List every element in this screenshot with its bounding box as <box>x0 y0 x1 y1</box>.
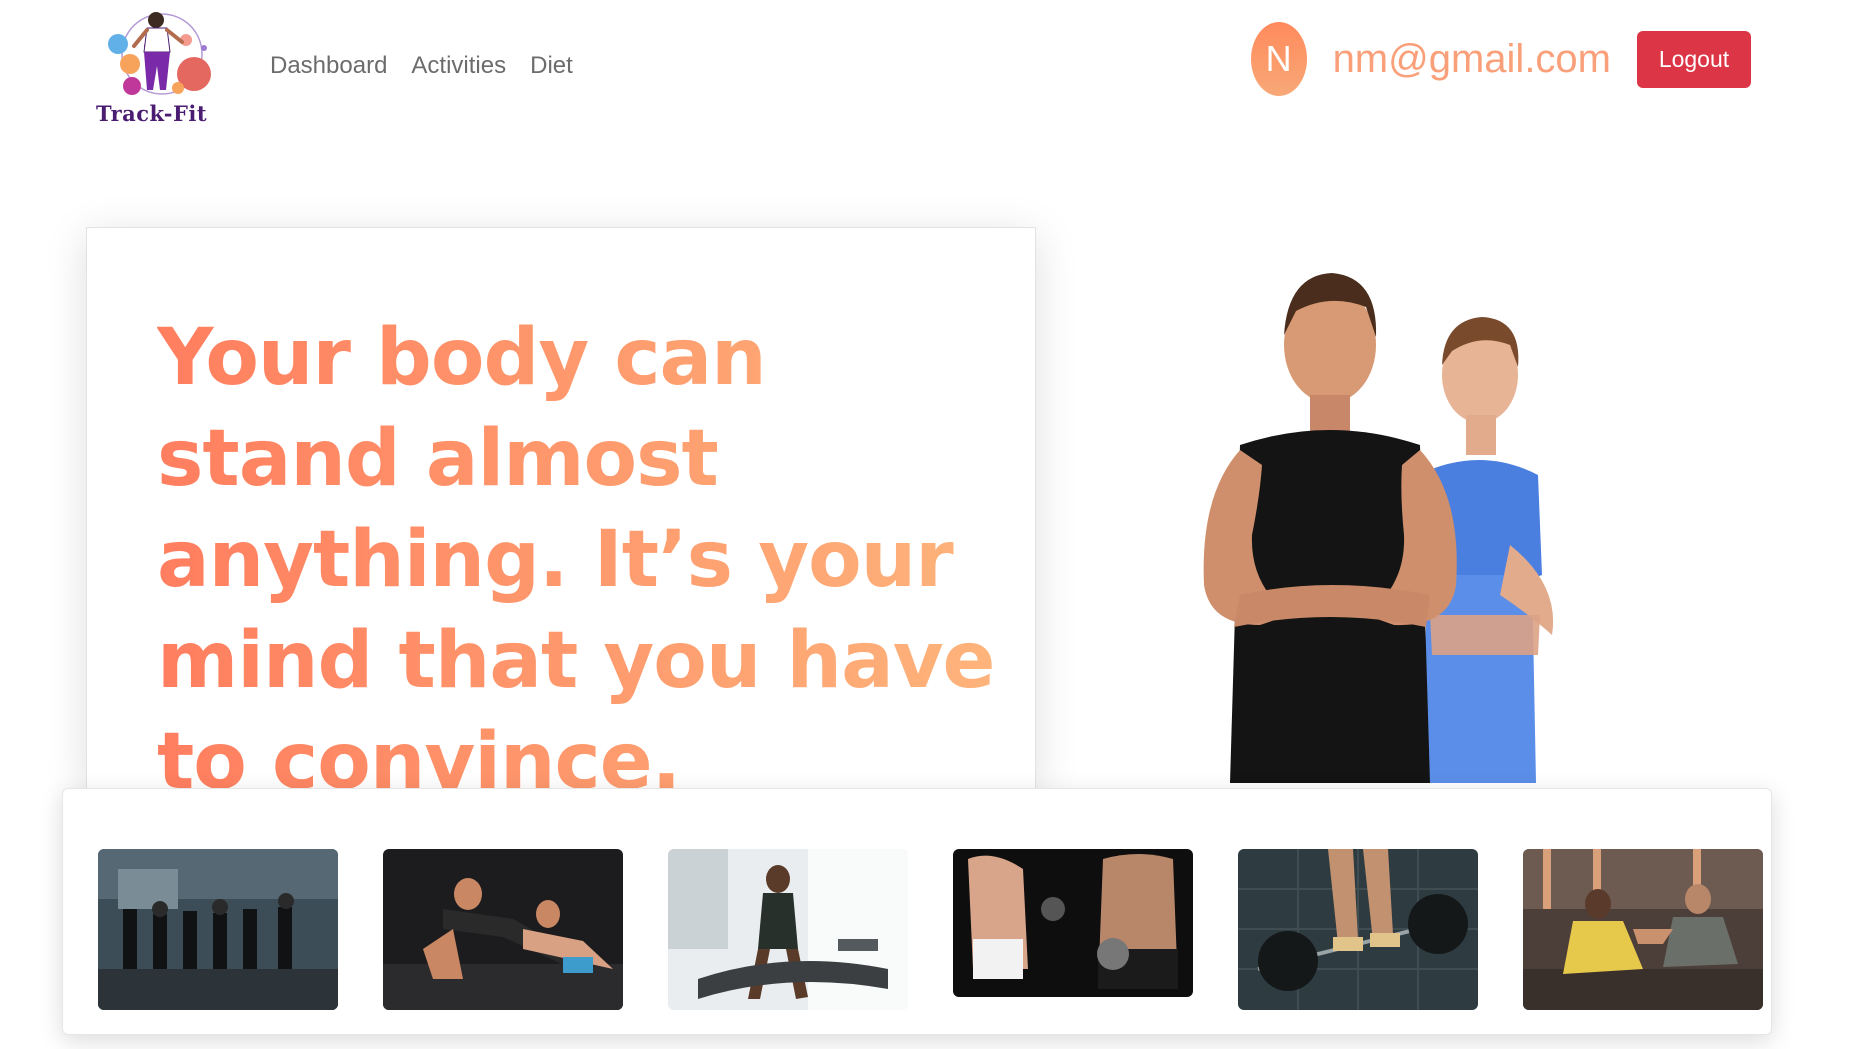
brand-name: Track-Fit <box>96 101 208 126</box>
quote-card: Your body can stand almost anything. It’… <box>86 227 1036 807</box>
gallery-image-group-pushups[interactable] <box>383 849 623 1010</box>
nav-item-activities[interactable]: Activities <box>411 52 506 80</box>
nav-item-diet[interactable]: Diet <box>530 52 573 80</box>
main-nav: Dashboard Activities Diet <box>270 52 573 80</box>
nav-item-dashboard[interactable]: Dashboard <box>270 52 387 80</box>
user-menu: N nm@gmail.com Logout <box>1250 22 1751 96</box>
gallery-image-barbell-deadlift[interactable] <box>1238 849 1478 1010</box>
user-email: nm@gmail.com <box>1332 36 1611 81</box>
gallery-image-partner-plank-highfive[interactable] <box>1523 849 1763 1010</box>
gallery-image-dumbbell-curls[interactable] <box>953 849 1193 997</box>
logout-button[interactable]: Logout <box>1637 30 1751 88</box>
gallery-image-group-squat-workout[interactable] <box>98 849 338 1010</box>
gallery-image-treadmill-running[interactable] <box>668 849 908 1010</box>
motivational-quote: Your body can stand almost anything. It’… <box>157 308 997 813</box>
avatar[interactable]: N <box>1250 22 1307 96</box>
activity-gallery <box>62 788 1772 1035</box>
fitness-runner-logo-icon <box>108 12 211 95</box>
hero-athletes-image <box>1180 255 1600 783</box>
brand-logo[interactable]: Track-Fit <box>90 6 240 130</box>
